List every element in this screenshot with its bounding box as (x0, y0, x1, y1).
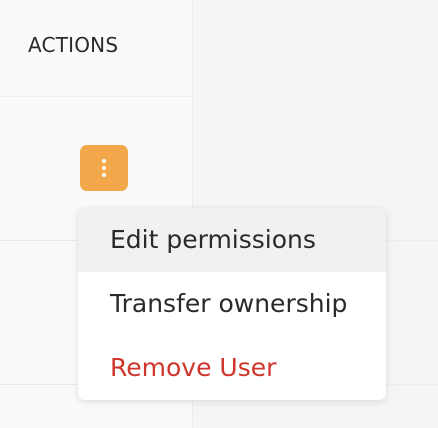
row-actions-menu: Edit permissions Transfer ownership Remo… (78, 208, 386, 400)
header-divider (0, 96, 192, 97)
menu-item-transfer-ownership[interactable]: Transfer ownership (78, 272, 386, 336)
kebab-vertical-icon-dot (102, 166, 106, 170)
kebab-vertical-icon-dot (102, 173, 106, 177)
menu-item-edit-permissions[interactable]: Edit permissions (78, 208, 386, 272)
row-actions-button[interactable] (80, 145, 128, 191)
menu-item-remove-user[interactable]: Remove User (78, 336, 386, 400)
kebab-vertical-icon (102, 159, 106, 163)
actions-column-header: ACTIONS (28, 33, 119, 57)
